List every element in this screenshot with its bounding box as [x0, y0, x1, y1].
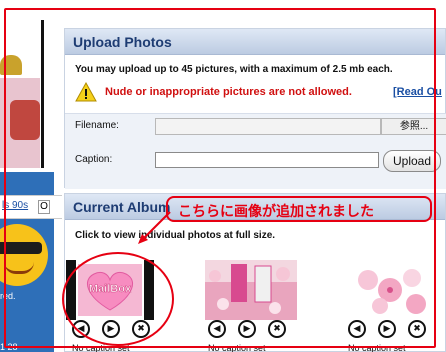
delete-icon[interactable]: ✖ — [132, 320, 150, 338]
no-caption-text: No caption set — [72, 343, 130, 352]
upload-button[interactable]: Upload — [383, 150, 441, 172]
blossom-image — [346, 260, 438, 320]
callout-arrow-icon — [138, 211, 171, 244]
page: ls 90s O red. 1 28 Upload Photos You may… — [0, 0, 446, 352]
thumb-controls: ◀ ▶ ✖ — [72, 320, 156, 338]
sidebar-date: 1 28 — [0, 342, 18, 352]
mailbox-thumb-image: MailBox — [66, 260, 158, 320]
move-left-icon[interactable]: ◀ — [72, 320, 90, 338]
album-instruction: Click to view individual photos at full … — [75, 230, 276, 241]
delete-icon[interactable]: ✖ — [408, 320, 426, 338]
warning-text: Nude or inappropriate pictures are not a… — [105, 86, 352, 98]
upload-limit-text: You may upload up to 45 pictures, with a… — [75, 64, 393, 75]
kimono-image — [10, 100, 40, 140]
smile-icon — [4, 262, 34, 274]
move-right-icon[interactable]: ▶ — [238, 320, 256, 338]
callout-text: こちらに画像が追加されました — [178, 204, 374, 220]
move-right-icon[interactable]: ▶ — [102, 320, 120, 338]
album-thumb[interactable] — [205, 260, 297, 320]
delete-icon[interactable]: ✖ — [268, 320, 286, 338]
added-callout: こちらに画像が追加されました — [166, 196, 432, 222]
upload-title: Upload Photos — [73, 34, 172, 50]
sidebar-link-bar: ls 90s O — [0, 195, 62, 219]
move-right-icon[interactable]: ▶ — [378, 320, 396, 338]
upload-header: Upload Photos — [65, 29, 445, 55]
no-caption-text: No caption set — [348, 343, 406, 352]
fan-image — [0, 55, 22, 75]
upload-form: Filename: 参照... Caption: Upload — [65, 113, 446, 189]
mailbox-label: MailBox — [89, 283, 132, 295]
browse-button[interactable]: 参照... — [381, 118, 446, 135]
move-left-icon[interactable]: ◀ — [348, 320, 366, 338]
thumb-controls: ◀ ▶ ✖ — [348, 320, 432, 338]
sidebar-box[interactable]: O — [38, 200, 50, 214]
caption-label: Caption: — [75, 154, 113, 165]
album-thumb[interactable]: MailBox — [66, 260, 158, 320]
mailbox-image: MailBox — [66, 260, 158, 320]
sakura-image — [205, 260, 297, 320]
sakura-thumb-image — [205, 260, 297, 320]
move-left-icon[interactable]: ◀ — [208, 320, 226, 338]
warning-icon — [75, 82, 97, 102]
no-caption-text: No caption set — [208, 343, 266, 352]
filename-label: Filename: — [75, 120, 119, 131]
thumb-controls: ◀ ▶ ✖ — [208, 320, 292, 338]
album-thumb[interactable] — [346, 260, 438, 320]
sidebar-photo[interactable] — [0, 20, 44, 168]
sunglasses-icon — [0, 242, 42, 254]
warning-row: Nude or inappropriate pictures are not a… — [75, 82, 446, 104]
left-sidebar: ls 90s O red. 1 28 — [0, 0, 62, 352]
caption-input[interactable] — [155, 152, 379, 168]
sidebar-text: red. — [0, 291, 16, 301]
read-rules-link[interactable]: [Read Ou — [393, 86, 442, 98]
blossom-thumb-image — [346, 260, 438, 320]
sidebar-link[interactable]: ls 90s — [2, 200, 28, 211]
upload-photos-panel: Upload Photos You may upload up to 45 pi… — [64, 28, 446, 189]
filename-input[interactable] — [155, 118, 381, 135]
